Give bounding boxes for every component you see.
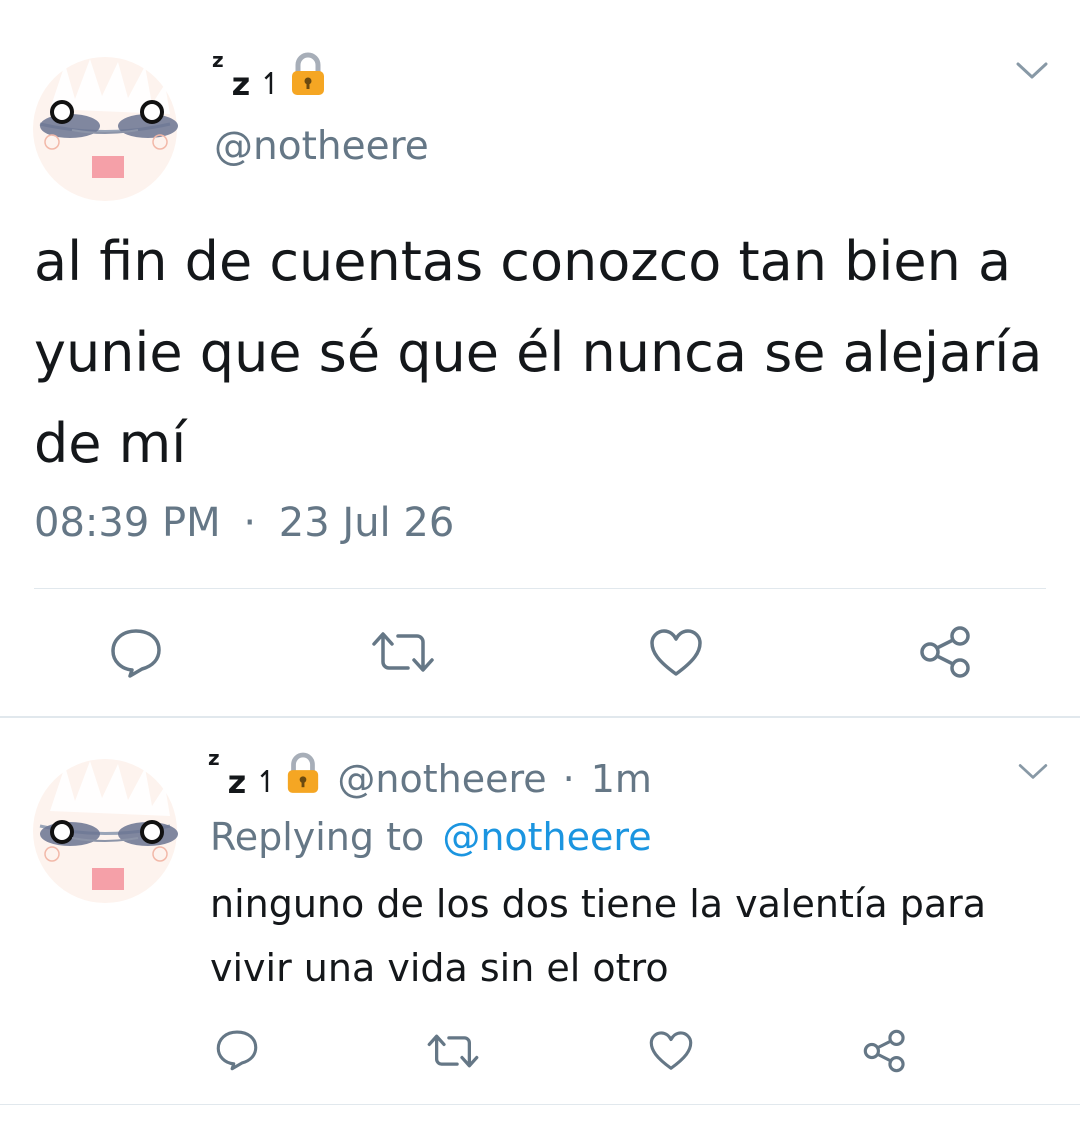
heart-icon — [649, 1031, 693, 1070]
replying-to-handle[interactable]: @notheere — [442, 815, 651, 859]
chevron-down-icon[interactable] — [1016, 760, 1050, 786]
timestamp-separator: · — [243, 500, 257, 546]
lock-icon — [289, 52, 327, 100]
reply-reply-button[interactable] — [214, 1028, 260, 1076]
retweet-button[interactable] — [370, 630, 436, 678]
reply-icon — [216, 1030, 258, 1071]
reply-display-name-arrow: ↿ — [254, 765, 280, 800]
divider — [0, 716, 1080, 718]
display-name-sup: z — [212, 48, 224, 72]
chevron-down-icon[interactable] — [1014, 58, 1050, 86]
replying-to-label: Replying to — [210, 815, 425, 859]
reply-button[interactable] — [108, 626, 164, 684]
reply-display-name-sup: z — [208, 746, 220, 770]
retweet-icon — [372, 632, 434, 672]
display-name[interactable]: z z ↿ — [212, 50, 327, 100]
heart-icon — [650, 629, 702, 676]
reply-display-name-main: z — [227, 763, 247, 801]
reply-text: ninguno de los dos tiene la valentía par… — [210, 882, 987, 990]
reply-header[interactable]: z z ↿ @notheere · 1m — [208, 748, 652, 798]
replying-to: Replying to @notheere — [210, 818, 652, 856]
avatar[interactable] — [30, 54, 180, 204]
tweet-date: 23 Jul 26 — [278, 500, 455, 546]
share-icon — [863, 1029, 905, 1073]
share-button[interactable] — [918, 624, 974, 684]
retweet-icon — [427, 1034, 479, 1068]
divider — [34, 588, 1046, 589]
display-name-main: z — [231, 65, 251, 103]
display-name-arrow: ↿ — [258, 67, 284, 102]
tweet-time: 08:39 PM — [34, 500, 221, 546]
reply-retweet-button[interactable] — [426, 1033, 480, 1073]
reply-time[interactable]: 1m — [591, 760, 652, 798]
reply-handle[interactable]: @notheere — [337, 760, 546, 798]
tweet-timestamp[interactable]: 08:39 PM · 23 Jul 26 — [34, 500, 454, 546]
user-handle[interactable]: @notheere — [214, 124, 429, 169]
reply-icon — [111, 629, 161, 678]
share-icon — [920, 626, 970, 678]
reply-separator: · — [562, 757, 575, 801]
divider — [0, 1104, 1080, 1105]
like-button[interactable] — [648, 628, 704, 682]
reply-share-button[interactable] — [862, 1028, 908, 1078]
lock-icon — [285, 752, 321, 798]
reply-avatar[interactable] — [30, 756, 180, 906]
reply-like-button[interactable] — [648, 1030, 694, 1076]
tweet-text: al fin de cuentas conozco tan bien a yun… — [34, 230, 1043, 475]
